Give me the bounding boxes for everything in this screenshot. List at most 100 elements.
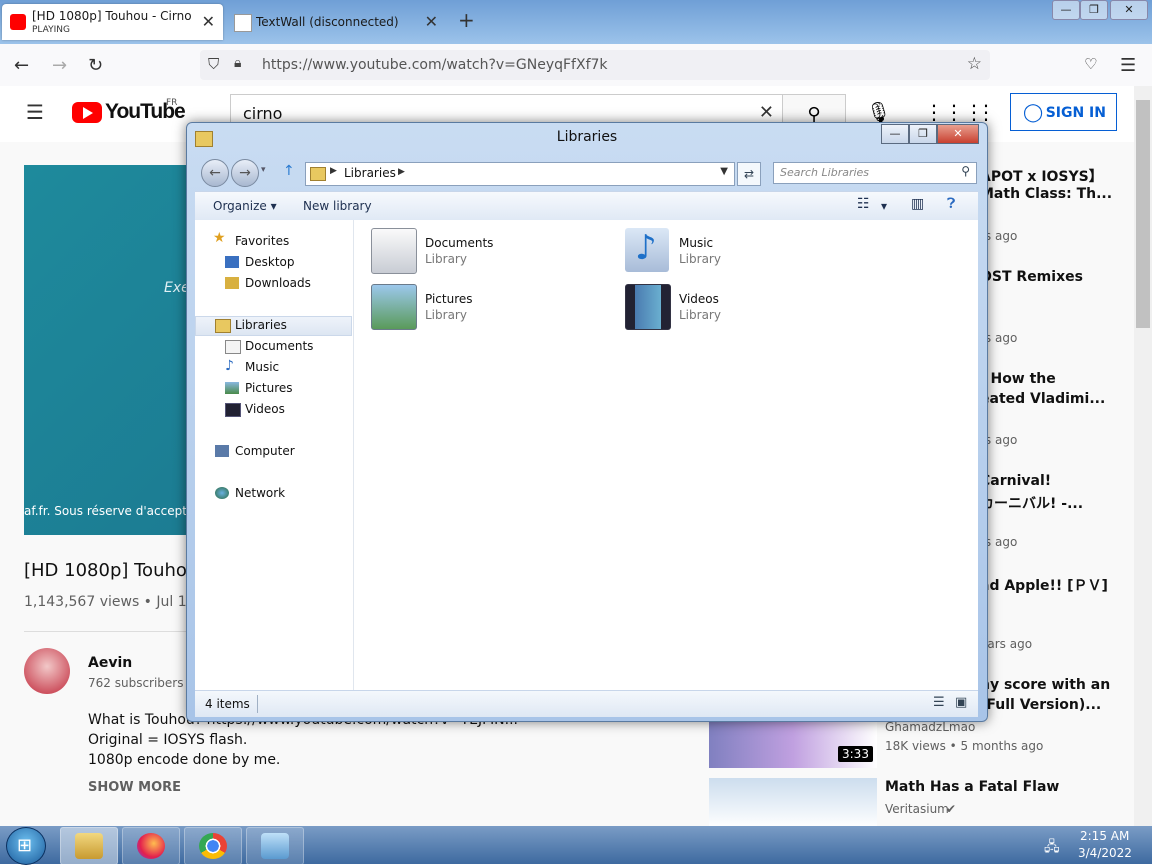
clear-search-icon[interactable]: ✕ [759,102,774,123]
nav-pictures[interactable]: Pictures [245,381,293,395]
nav-music[interactable]: Music [245,360,279,374]
tab-title: TextWall (disconnected) [256,15,399,29]
reload-icon[interactable]: ↻ [88,55,103,76]
close-icon[interactable]: ✕ [425,12,438,31]
new-tab-button[interactable]: + [458,8,475,32]
clock-time[interactable]: 2:15 AM [1080,829,1129,843]
breadcrumb-chevron-icon[interactable]: ▶ [330,166,337,176]
large-icons-view-icon[interactable]: ▣ [955,695,967,710]
maximize-button[interactable]: ❐ [1080,0,1108,20]
recommendation-title[interactable]: ad Apple!! [ＰＶ] [980,575,1130,595]
music-note-icon: ♪ [225,358,234,374]
item-count: 4 items [205,697,250,711]
tab-youtube[interactable]: [HD 1080p] Touhou - Cirno's Pe PLAYING ✕ [2,4,223,40]
scrollbar-thumb[interactable] [1136,100,1150,328]
microphone-icon[interactable]: 🎙︎ [866,100,891,124]
breadcrumb-chevron-icon[interactable]: ▶ [398,167,405,177]
breadcrumb-libraries[interactable]: Libraries [344,166,396,180]
tab-title: [HD 1080p] Touhou - Cirno's Pe [32,9,192,23]
library-item-music[interactable]: ♪ Music Library [625,226,845,276]
close-window-button[interactable]: ✕ [1110,0,1148,20]
taskbar-chrome[interactable] [184,827,242,865]
show-more-button[interactable]: SHOW MORE [88,780,181,795]
nav-desktop[interactable]: Desktop [245,255,295,269]
recommendation-meta: 18K views • 5 months ago [885,739,1044,753]
url-bar[interactable]: ⛉ 🔒︎ https://www.youtube.com/watch?v=GNe… [200,50,990,80]
up-arrow-icon[interactable]: ↑ [283,163,295,179]
history-dropdown-icon[interactable]: ▾ [261,165,266,175]
library-item-pictures[interactable]: Pictures Library [371,282,591,332]
recommendation-channel[interactable]: Veritasium [885,802,949,816]
close-button[interactable]: ✕ [937,124,979,144]
recommendation-channel[interactable]: GhamadzLmao [885,720,975,734]
channel-avatar[interactable] [24,648,70,694]
address-bar[interactable]: ▶ Libraries ▶ ▼ [305,162,735,186]
new-library-button[interactable]: New library [303,199,372,213]
library-item-videos[interactable]: Videos Library [625,282,845,332]
recommendation-title[interactable]: Math Class: Th... [980,186,1130,202]
recommendation-title[interactable]: : How the [980,371,1130,387]
recommendation-title[interactable]: APOT x IOSYS】 [980,166,1130,186]
library-name: Videos [679,292,719,306]
nav-downloads[interactable]: Downloads [245,276,311,290]
recommendation-title[interactable]: hy score with an [980,677,1130,693]
url-text[interactable]: https://www.youtube.com/watch?v=GNeyqFfX… [262,57,608,73]
sign-in-button[interactable]: ◯ SIGN IN [1010,93,1117,131]
maximize-button[interactable]: ❐ [909,124,937,144]
shield-icon[interactable]: ⛉ [208,55,219,73]
minimize-button[interactable]: — [1052,0,1080,20]
refresh-button[interactable]: ⇄ [737,162,761,186]
nav-favorites[interactable]: Favorites [235,234,289,248]
close-icon[interactable]: ✕ [202,12,215,31]
explorer-window: Libraries — ❐ ✕ ← → ▾ ↑ ▶ Libraries ▶ ▼ … [186,122,988,722]
recommendation-thumbnail[interactable] [709,778,877,826]
nav-documents[interactable]: Documents [245,339,313,353]
help-icon[interactable]: ❓︎ [947,196,955,212]
nav-videos[interactable]: Videos [245,402,285,416]
address-dropdown-icon[interactable]: ▼ [720,166,728,177]
recommendation-title[interactable]: カーニバル! -... [980,493,1130,513]
chevron-down-icon[interactable]: ▾ [881,199,887,213]
search-icon[interactable]: ⚲ [961,164,970,178]
library-item-documents[interactable]: Documents Library [371,226,591,276]
nav-libraries[interactable]: Libraries [235,318,287,332]
taskbar-firefox[interactable] [122,827,180,865]
search-input[interactable]: Search Libraries ⚲ [773,162,977,184]
clock-date[interactable]: 3/4/2022 [1078,846,1132,860]
more-options-icon[interactable]: ⋮ [976,100,996,124]
back-button[interactable]: ← [201,159,229,187]
nav-computer[interactable]: Computer [235,444,295,458]
forward-button[interactable]: → [231,159,259,187]
details-view-icon[interactable]: ☰ [933,695,945,710]
network-status-icon[interactable]: 🖧︎ [1044,836,1060,860]
menu-icon[interactable]: ☰ [1120,55,1136,76]
preview-pane-icon[interactable]: ▥ [911,196,924,212]
status-bar: 4 items ☰ ▣ [195,690,978,717]
recommendation-title[interactable]: (Full Version)... [980,697,1130,713]
recommendation-title[interactable]: OST Remixes [980,269,1130,285]
recommendation-title[interactable]: Carnival! [980,473,1130,489]
tab-textwall[interactable]: TextWall (disconnected) ✕ [226,4,446,40]
nav-network[interactable]: Network [235,486,285,500]
description-line: Original = IOSYS flash. [88,732,248,748]
taskbar-explorer[interactable] [60,827,118,865]
pocket-icon[interactable]: ♡ [1084,55,1097,73]
organize-button[interactable]: Organize ▾ [213,199,277,213]
recommendation-title[interactable]: eated Vladimi... [980,391,1130,407]
hamburger-menu-icon[interactable]: ☰ [26,100,44,124]
channel-name[interactable]: Aevin [88,655,132,671]
change-view-icon[interactable]: ☷ [857,196,870,212]
search-value: cirno [243,104,283,123]
start-button[interactable]: ⊞ [6,827,46,865]
downloads-icon [225,277,239,289]
forward-arrow-icon[interactable]: → [52,55,67,76]
recommendation-title[interactable]: Math Has a Fatal Flaw [885,779,1125,795]
lock-icon[interactable]: 🔒︎ [234,55,241,71]
taskbar-control-panel[interactable] [246,827,304,865]
back-arrow-icon[interactable]: ← [14,55,29,76]
youtube-logo-icon[interactable] [72,102,102,123]
control-panel-icon [261,833,289,859]
minimize-button[interactable]: — [881,124,909,144]
apps-grid-icon[interactable]: ⋮⋮⋮ [924,100,984,124]
star-icon[interactable]: ☆ [967,54,982,74]
